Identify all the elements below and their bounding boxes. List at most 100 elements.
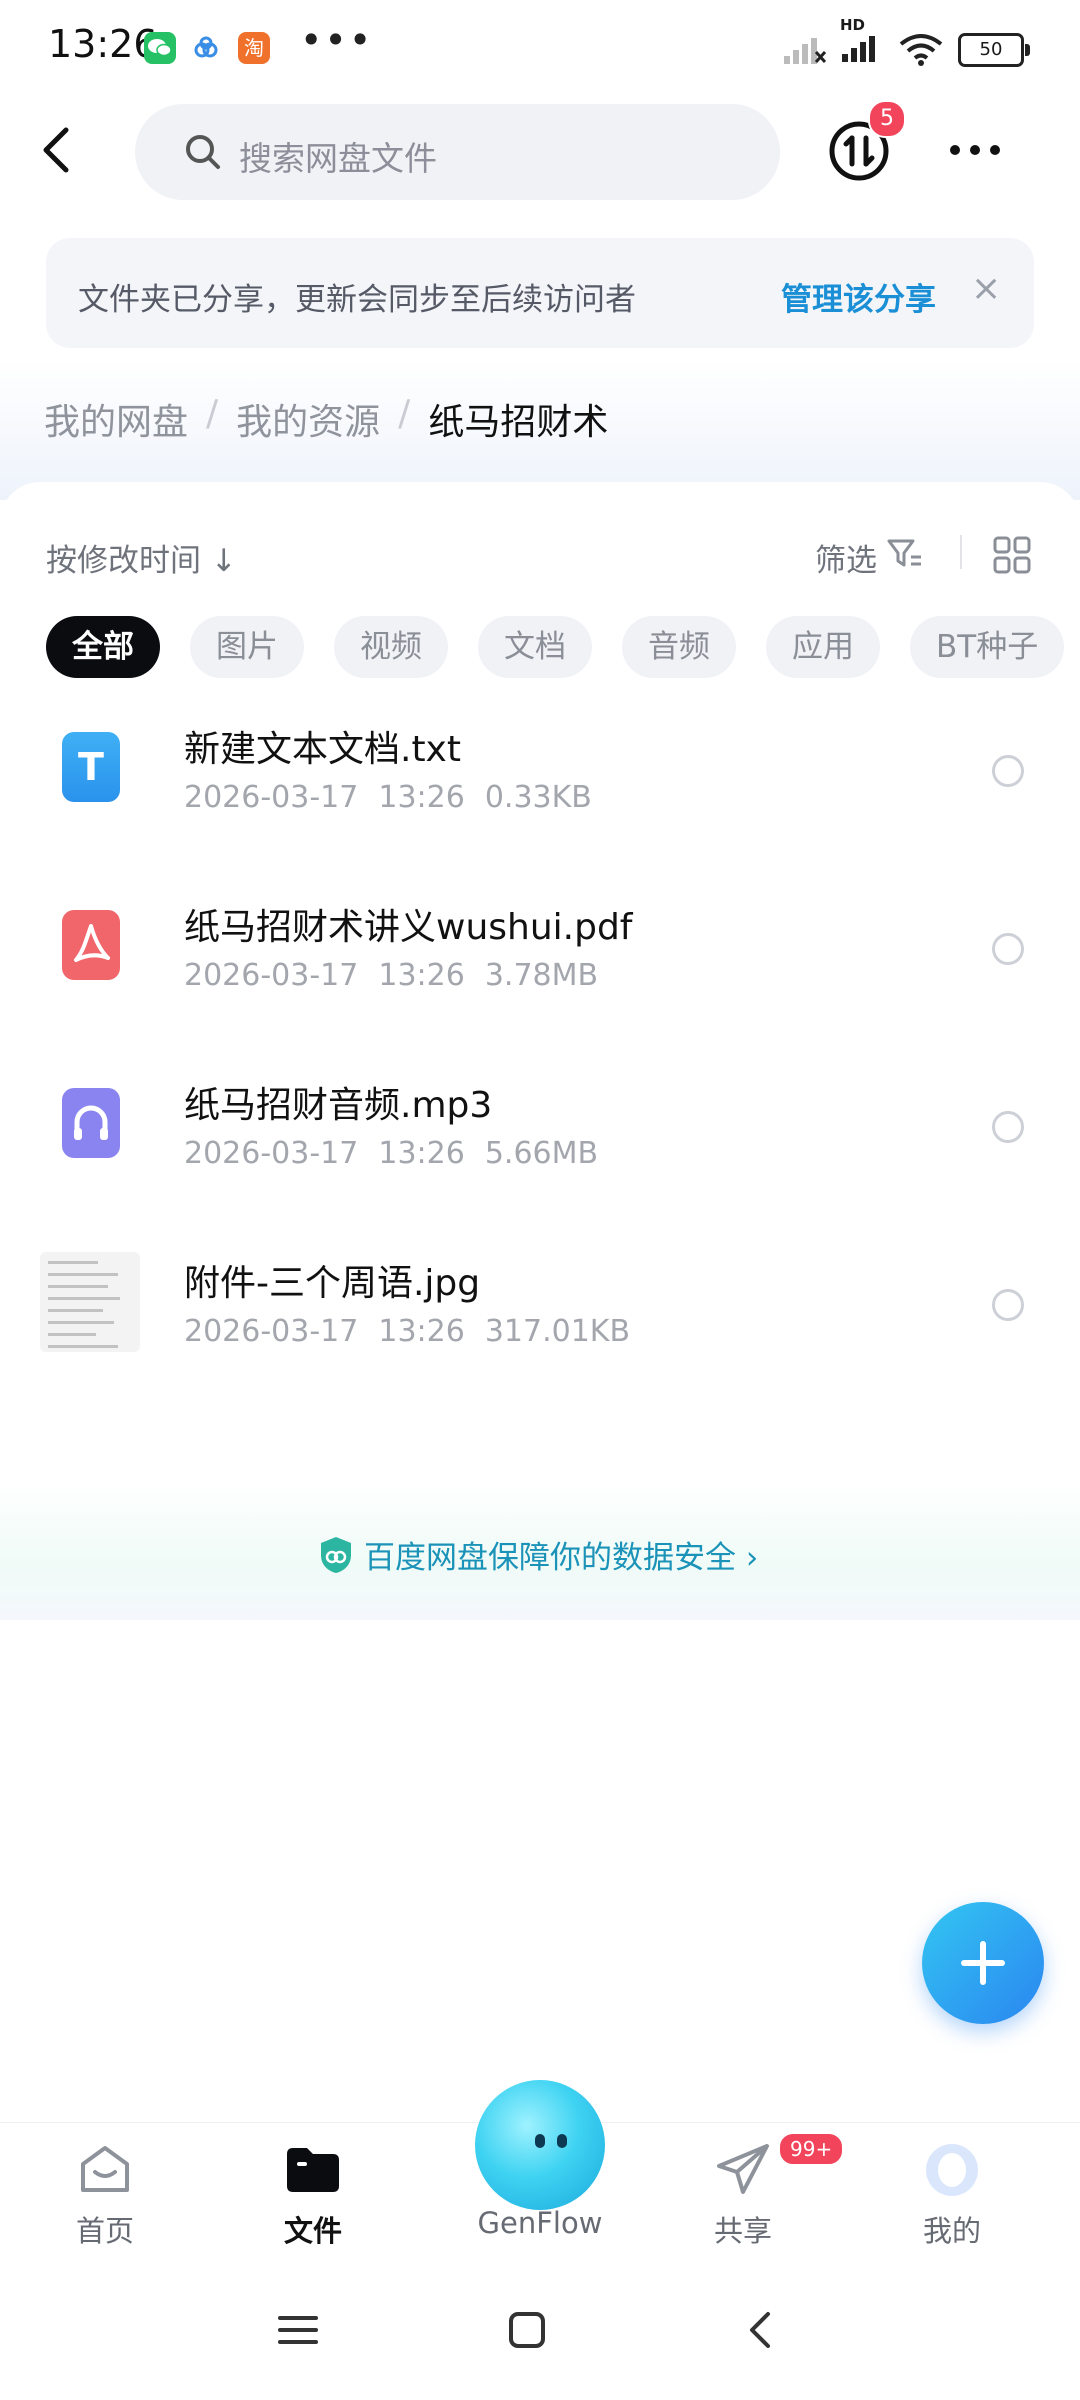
file-date: 2026-03-17 [184,780,359,815]
breadcrumb: 我的网盘 / 我的资源 / 纸马招财术 [44,393,608,445]
nav-me[interactable]: 我的 [877,2140,1027,2250]
nav-share-label: 共享 [713,2214,772,2248]
select-radio[interactable] [992,1289,1024,1321]
list-item[interactable]: 附件-三个周语.jpg 2026-03-17 13:26 317.01KB [0,1226,1080,1404]
folder-icon [283,2140,343,2200]
file-name: 附件-三个周语.jpg [184,1263,481,1304]
breadcrumb-item-my-disk[interactable]: 我的网盘 [44,393,188,445]
nav-files-label: 文件 [283,2214,342,2248]
file-meta: 2026-03-17 13:26 5.66MB [184,1136,618,1171]
breadcrumb-separator: / [398,393,411,434]
list-item[interactable]: 纸马招财音频.mp3 2026-03-17 13:26 5.66MB [0,1048,1080,1226]
genflow-mascot-icon[interactable] [475,2080,605,2210]
search-bar[interactable]: 搜索网盘文件 [135,104,780,200]
back-button[interactable] [30,120,90,180]
category-chips: 全部 图片 视频 文档 音频 应用 BT种子 [46,616,1065,678]
filter-icon[interactable] [885,535,925,571]
back-icon[interactable] [740,2308,780,2352]
shield-icon [321,1536,351,1573]
more-dot-icon [990,145,1000,155]
toolbar-divider [960,535,962,569]
share-banner: 文件夹已分享，更新会同步至后续访问者 管理该分享 × [46,238,1034,348]
select-radio[interactable] [992,755,1024,787]
more-options-button[interactable] [950,140,1010,160]
close-icon[interactable]: × [971,268,1001,309]
file-date: 2026-03-17 [184,1136,359,1171]
chip-all[interactable]: 全部 [46,616,160,678]
signal-weak-icon [784,38,826,64]
breadcrumb-item-my-resources[interactable]: 我的资源 [236,393,380,445]
chip-documents[interactable]: 文档 [478,616,592,678]
file-time: 13:26 [378,1314,465,1349]
chip-videos[interactable]: 视频 [334,616,448,678]
status-overflow: ••• [300,18,374,62]
chip-apps[interactable]: 应用 [766,616,880,678]
file-date: 2026-03-17 [184,1314,359,1349]
file-name: 纸马招财音频.mp3 [184,1085,493,1126]
image-thumbnail [40,1252,140,1352]
file-name: 新建文本文档.txt [184,729,461,770]
safety-text: 百度网盘保障你的数据安全 › [364,1540,759,1576]
file-time: 13:26 [378,780,465,815]
status-right: HD 50 [782,16,1030,72]
manage-share-link[interactable]: 管理该分享 [781,274,936,319]
home-icon [75,2140,135,2200]
nav-home-label: 首页 [75,2214,134,2248]
audio-file-icon [62,1088,120,1158]
file-size: 5.66MB [484,1136,599,1171]
file-date: 2026-03-17 [184,958,359,993]
file-meta: 2026-03-17 13:26 0.33KB [184,780,612,815]
list-item[interactable]: 纸马招财术讲义wushui.pdf 2026-03-17 13:26 3.78MB [0,870,1080,1048]
grid-view-icon[interactable] [992,535,1032,575]
list-item[interactable]: T 新建文本文档.txt 2026-03-17 13:26 0.33KB [0,692,1080,870]
baidu-netdisk-icon [190,32,222,64]
file-time: 13:26 [378,1136,465,1171]
signal-strong-icon [842,36,875,62]
txt-file-icon: T [62,732,120,802]
chip-bt-torrents[interactable]: BT种子 [910,616,1065,678]
wifi-icon [899,34,943,66]
menu-icon[interactable] [278,2310,318,2350]
status-bar: 13:26 淘 ••• HD 50 [0,0,1080,100]
more-dot-icon [950,145,960,155]
nav-files[interactable]: 文件 [238,2140,388,2250]
nav-home[interactable]: 首页 [30,2140,180,2250]
filter-button[interactable]: 筛选 [815,535,877,580]
status-time: 13:26 [48,22,158,66]
chip-images[interactable]: 图片 [190,616,304,678]
back-arrow-icon [43,127,69,173]
more-dot-icon [970,145,980,155]
nav-me-label: 我的 [922,2214,981,2248]
battery-icon: 50 [958,33,1030,67]
sort-by-modified-button[interactable]: 按修改时间 ↓ [46,535,237,580]
breadcrumb-separator: / [206,393,219,434]
select-radio[interactable] [992,933,1024,965]
transfer-badge: 5 [868,100,906,138]
file-name: 纸马招财术讲义wushui.pdf [184,907,633,948]
nav-genflow[interactable]: GenFlow [465,2206,615,2240]
file-meta: 2026-03-17 13:26 317.01KB [184,1314,650,1349]
file-size: 317.01KB [484,1314,631,1349]
file-meta: 2026-03-17 13:26 3.78MB [184,958,618,993]
nav-genflow-label: GenFlow [477,2206,603,2240]
taobao-icon: 淘 [238,32,270,64]
chip-audio[interactable]: 音频 [622,616,736,678]
wechat-icon [144,32,176,64]
system-navigation [0,2282,1080,2400]
pdf-file-icon [62,910,120,980]
hd-label: HD [840,16,866,34]
file-time: 13:26 [378,958,465,993]
banner-text: 文件夹已分享，更新会同步至后续访问者 [78,282,636,318]
paper-plane-icon [713,2140,773,2200]
file-size: 3.78MB [484,958,599,993]
search-placeholder: 搜索网盘文件 [239,139,437,178]
select-radio[interactable] [992,1111,1024,1143]
search-icon [186,135,220,169]
file-size: 0.33KB [484,780,592,815]
home-square-icon[interactable] [507,2310,547,2350]
breadcrumb-item-current: 纸马招财术 [428,402,609,443]
avatar [922,2140,982,2200]
data-safety-link[interactable]: 百度网盘保障你的数据安全 › [318,1532,758,1577]
add-button[interactable] [922,1902,1044,2024]
share-badge: 99+ [778,2132,845,2166]
